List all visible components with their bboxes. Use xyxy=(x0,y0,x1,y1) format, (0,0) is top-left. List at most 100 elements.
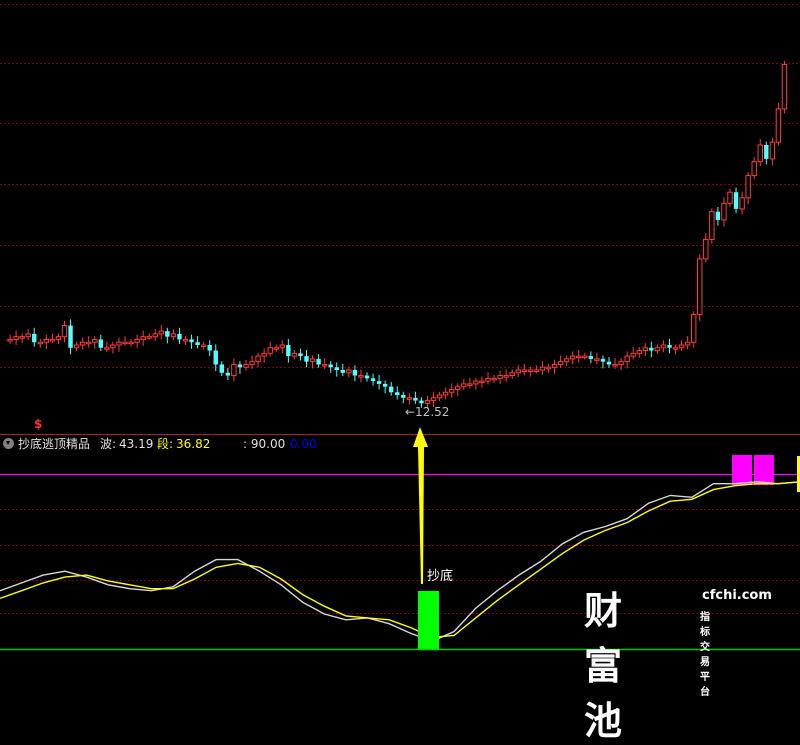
candle-body-down xyxy=(219,364,224,373)
watermark-site: cfchi.com xyxy=(702,588,772,603)
candle-body-up xyxy=(612,363,618,367)
candle-body-up xyxy=(442,391,449,396)
candle-body-down xyxy=(395,392,400,395)
candle-body-down xyxy=(364,375,370,379)
candle-body-up xyxy=(37,341,43,345)
candle-body-up xyxy=(739,197,745,210)
candle-body-up xyxy=(479,380,485,384)
indicator-name[interactable]: 抄底逃顶精品 xyxy=(18,436,90,452)
wave-value: 43.19 xyxy=(119,437,154,451)
candle-body-up xyxy=(406,397,413,400)
candle-body-down xyxy=(328,364,333,368)
wave-label: 波: xyxy=(100,437,117,451)
buy-signal-label: 抄底 xyxy=(427,569,454,584)
candle-body-up xyxy=(261,352,267,357)
candle-body-up xyxy=(61,325,68,338)
candle-body-down xyxy=(649,347,654,351)
candle-body-down xyxy=(195,342,200,345)
candle-body-up xyxy=(515,369,521,374)
candle-body-down xyxy=(382,383,388,387)
candle-body-up xyxy=(158,330,165,335)
candle-body-up xyxy=(49,338,56,342)
candle-body-up xyxy=(684,341,691,346)
top-signal-box xyxy=(732,455,752,485)
candle-body-down xyxy=(370,378,376,382)
candle-body-up xyxy=(267,347,273,354)
candle-body-up xyxy=(243,363,249,368)
candle-body-up xyxy=(497,375,503,379)
indicator-header: 抄底逃顶精品 波: 43.19 段: 36.82 : 90.00 0.00 xyxy=(0,436,800,452)
candle-body-up xyxy=(691,313,697,343)
candle-body-up xyxy=(346,369,352,374)
candle-body-up xyxy=(527,369,534,372)
wave-line[interactable] xyxy=(0,481,800,642)
candle-body-up xyxy=(769,141,776,160)
stock-chart[interactable] xyxy=(0,0,800,653)
candle-body-down xyxy=(207,345,212,351)
candle-body-up xyxy=(200,344,207,347)
candle-body-up xyxy=(660,344,667,349)
candle-body-up xyxy=(721,202,727,221)
candle-body-up xyxy=(436,394,443,399)
candle-body-up xyxy=(545,366,552,370)
candle-body-down xyxy=(588,356,594,359)
collapse-icon[interactable] xyxy=(3,438,14,449)
candle-body-up xyxy=(757,144,763,163)
segment-label: 段: xyxy=(157,437,174,451)
candle-body-up xyxy=(570,355,576,360)
candle-body-up xyxy=(321,363,328,367)
candle-body-down xyxy=(316,358,321,365)
candle-body-down xyxy=(401,395,406,398)
candle-body-up xyxy=(630,352,636,357)
candle-body-up xyxy=(642,347,648,352)
buy-signal-bar xyxy=(418,591,439,649)
candle-body-up xyxy=(424,400,431,404)
zero-value: 0.00 xyxy=(290,437,317,451)
candle-body-up xyxy=(231,363,237,377)
candle-body-down xyxy=(32,333,37,343)
candle-body-up xyxy=(73,344,80,349)
candle-body-up xyxy=(19,336,25,339)
candle-body-down xyxy=(165,331,170,337)
candle-body-down xyxy=(606,361,612,365)
candle-body-down xyxy=(213,350,218,365)
candle-body-up xyxy=(539,366,546,371)
candle-body-down xyxy=(413,397,418,401)
candle-body-up xyxy=(709,211,715,240)
candle-body-up xyxy=(491,377,497,381)
candle-body-up xyxy=(7,338,13,342)
candle-body-up xyxy=(551,363,558,368)
candle-body-down xyxy=(600,358,606,362)
candle-body-up xyxy=(485,377,491,382)
candle-body-down xyxy=(298,353,303,357)
price-grid-lines xyxy=(0,4,800,368)
candle-body-down xyxy=(225,372,231,376)
candle-body-up xyxy=(358,375,364,378)
low-price-annotation: ←12.52 xyxy=(405,405,450,419)
candle-body-up xyxy=(563,358,570,363)
candle-body-down xyxy=(237,364,243,368)
candle-body-up xyxy=(279,344,286,349)
candle-body-up xyxy=(467,383,473,386)
candle-body-up xyxy=(636,350,642,354)
candle-body-up xyxy=(122,341,128,345)
candle-body-up xyxy=(594,358,600,361)
level-value: : 90.00 xyxy=(243,437,286,451)
candle-body-down xyxy=(98,339,103,348)
candle-body-up xyxy=(455,386,461,390)
s-marker: $ xyxy=(34,417,43,431)
candle-body-up xyxy=(140,336,146,340)
candle-body-up xyxy=(582,355,588,359)
candle-body-down xyxy=(334,367,339,370)
segment-value: 36.82 xyxy=(176,437,211,451)
candle-body-up xyxy=(146,336,152,339)
candle-body-up xyxy=(309,358,316,363)
top-signal-box xyxy=(754,455,774,485)
candle-body-up xyxy=(697,258,703,315)
candle-body-down xyxy=(715,211,721,220)
candlestick-series[interactable] xyxy=(7,61,788,409)
candle-body-up xyxy=(273,347,279,350)
candle-body-up xyxy=(557,361,564,365)
candle-body-up xyxy=(654,347,661,352)
candle-body-down xyxy=(389,386,394,393)
